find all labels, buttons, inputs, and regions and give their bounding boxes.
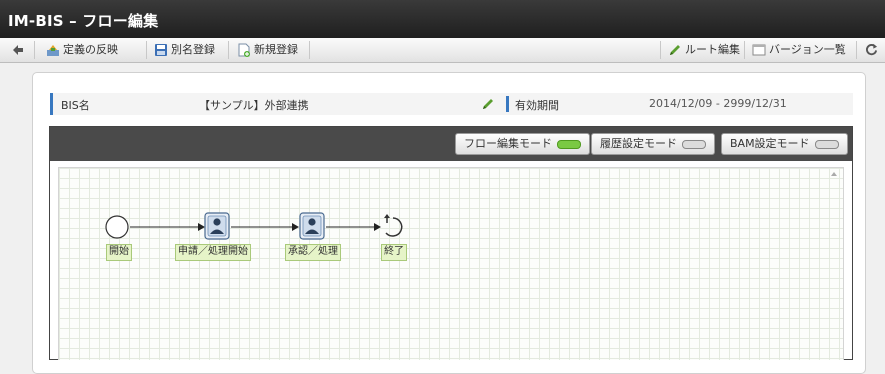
node-label-end: 終了: [381, 244, 407, 261]
new-document-icon: [238, 43, 250, 57]
period-value: 2014/12/09 - 2999/12/31: [649, 97, 787, 110]
toolbar-separator: [146, 41, 147, 59]
node-label-apply: 申請／処理開始: [175, 244, 251, 261]
pencil-icon: [670, 45, 680, 55]
mode-bar: フロー編集モード 履歴設定モード BAM設定モード: [50, 127, 852, 161]
bam-setting-mode-button[interactable]: BAM設定モード: [721, 133, 848, 155]
new-register-button[interactable]: 新規登録: [237, 38, 298, 62]
reflect-icon: [47, 45, 59, 56]
node-label-start: 開始: [106, 244, 132, 261]
route-edit-button[interactable]: ルート編集: [668, 38, 740, 62]
reflect-label: 定義の反映: [63, 43, 118, 56]
bam-toggle-indicator: [814, 139, 839, 149]
history-setting-mode-button[interactable]: 履歴設定モード: [591, 133, 715, 155]
version-list-label: バージョン一覧: [769, 43, 846, 56]
new-register-label: 新規登録: [254, 43, 298, 56]
refresh-icon: [866, 43, 878, 56]
flow-canvas-panel: フロー編集モード 履歴設定モード BAM設定モード: [49, 126, 853, 360]
flow-edit-toggle-indicator: [557, 139, 581, 149]
toolbar: 定義の反映 別名登録 新規登録 ルート編集 バージョン一覧: [0, 38, 885, 63]
refresh-button[interactable]: [862, 38, 882, 62]
reflect-definition-button[interactable]: 定義の反映: [46, 38, 118, 62]
route-edit-label: ルート編集: [685, 43, 740, 56]
back-arrow-icon: [13, 45, 23, 55]
edit-pencil-icon[interactable]: [481, 97, 495, 111]
bam-setting-mode-label: BAM設定モード: [730, 137, 810, 150]
toolbar-separator: [660, 41, 661, 59]
history-setting-mode-label: 履歴設定モード: [600, 137, 677, 150]
toolbar-separator: [34, 41, 35, 59]
app-title: IM-BIS – フロー編集: [8, 12, 159, 30]
bis-name-value: 【サンプル】外部連携: [199, 99, 309, 112]
history-toggle-indicator: [682, 139, 706, 149]
toolbar-separator: [228, 41, 229, 59]
back-button[interactable]: [6, 38, 30, 62]
save-icon: [155, 44, 167, 56]
list-window-icon: [752, 44, 766, 56]
title-bar: IM-BIS – フロー編集: [0, 0, 885, 38]
flow-grid[interactable]: [58, 167, 844, 360]
scroll-up-arrow-icon[interactable]: [831, 172, 837, 176]
flow-edit-mode-label: フロー編集モード: [464, 137, 552, 150]
bis-info-row: BIS名 【サンプル】外部連携 有効期間 2014/12/09 - 2999/1…: [50, 93, 853, 115]
bis-name-label: BIS名: [61, 99, 90, 112]
version-list-button[interactable]: バージョン一覧: [752, 38, 846, 62]
period-accent: [506, 96, 509, 112]
save-as-label: 別名登録: [171, 43, 215, 56]
toolbar-separator: [856, 41, 857, 59]
toolbar-separator: [744, 41, 745, 59]
toolbar-separator: [309, 41, 310, 59]
period-label: 有効期間: [515, 99, 559, 112]
flow-edit-mode-button[interactable]: フロー編集モード: [455, 133, 590, 155]
node-label-approve: 承認／処理: [285, 244, 341, 261]
save-as-button[interactable]: 別名登録: [154, 38, 215, 62]
